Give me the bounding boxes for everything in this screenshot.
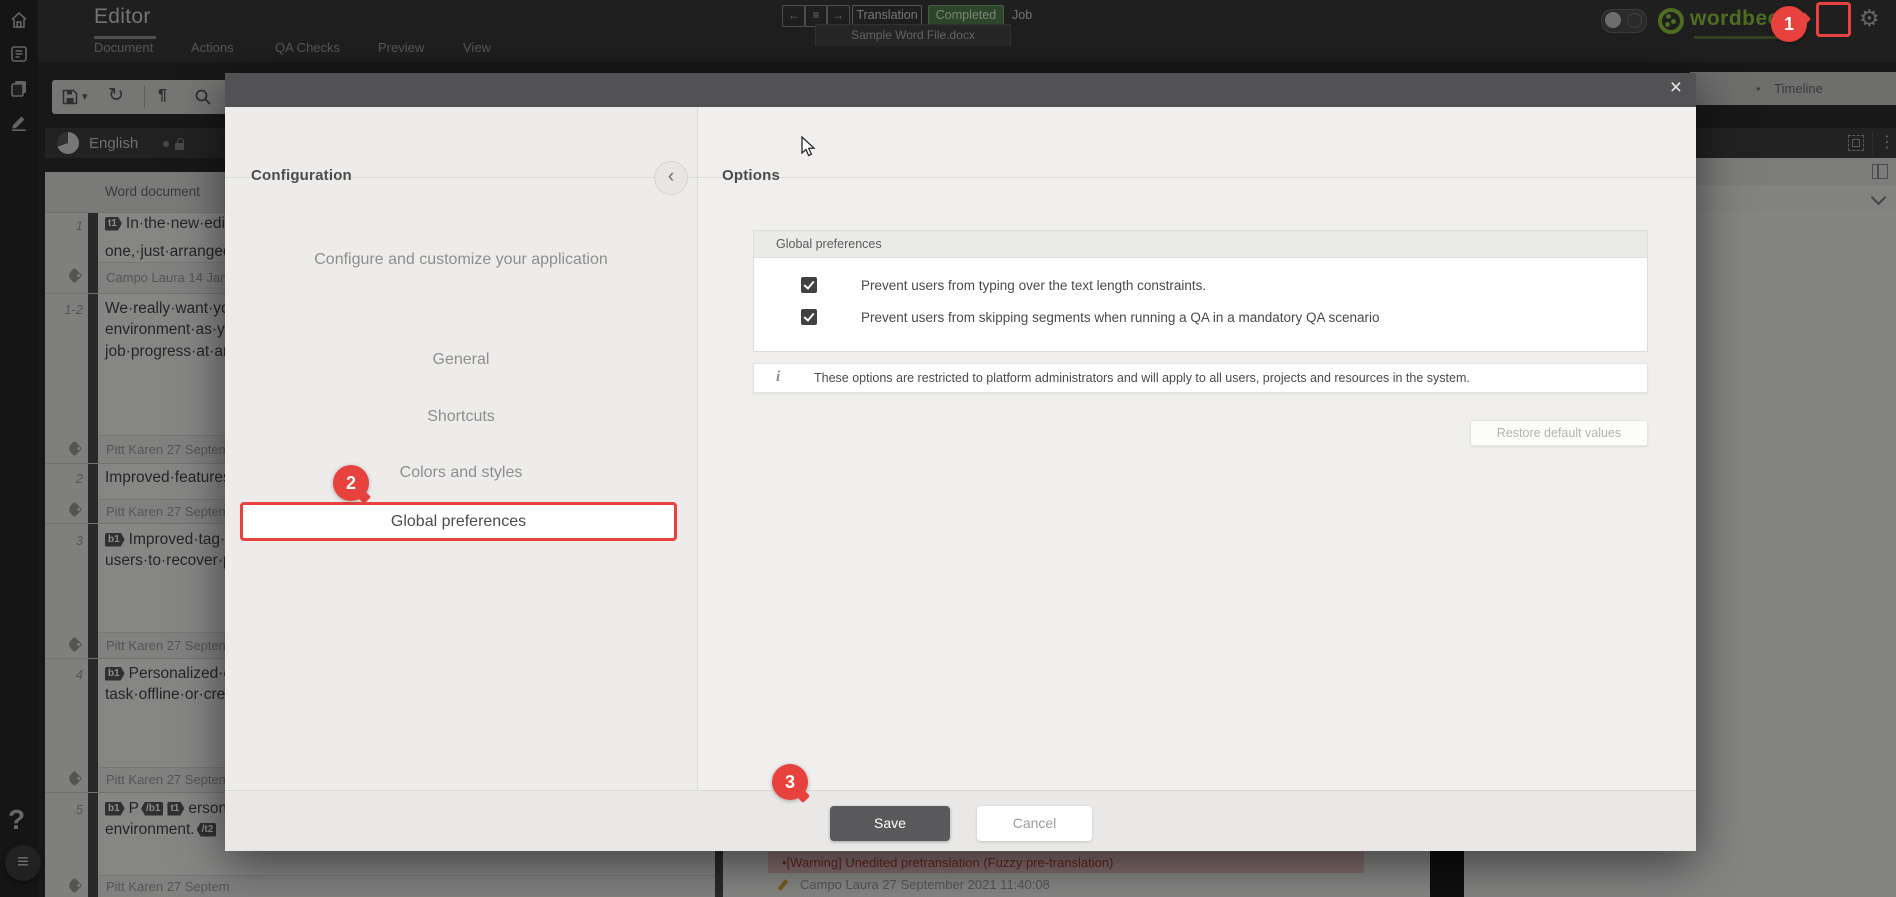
configuration-dialog: × Configuration ‹ Options Configure and … bbox=[225, 73, 1696, 850]
step-1-badge: 1 bbox=[1771, 6, 1807, 42]
pane-divider bbox=[697, 107, 698, 850]
section-header: Global preferences bbox=[753, 230, 1648, 258]
admin-info-note: i These options are restricted to platfo… bbox=[753, 363, 1648, 393]
section-body: Prevent users from typing over the text … bbox=[753, 258, 1648, 352]
dialog-title-bar: × bbox=[225, 73, 1696, 107]
save-button[interactable]: Save bbox=[830, 806, 950, 841]
checkbox-skip-segments[interactable] bbox=[801, 309, 817, 325]
app-root: Editor Document Actions QA Checks Previe… bbox=[0, 0, 1896, 897]
config-item-general[interactable]: General bbox=[251, 347, 671, 372]
step-1-highlight-box bbox=[1816, 2, 1851, 37]
cancel-button[interactable]: Cancel bbox=[977, 806, 1092, 841]
configuration-title: Configuration bbox=[251, 167, 352, 184]
checkbox-label: Prevent users from typing over the text … bbox=[861, 278, 1206, 293]
close-icon[interactable]: × bbox=[1670, 76, 1682, 100]
info-icon: i bbox=[776, 369, 780, 386]
step-2-badge: 2 bbox=[333, 465, 369, 501]
back-button[interactable]: ‹ bbox=[654, 161, 688, 195]
dialog-footer: Save Cancel bbox=[225, 790, 1696, 851]
step-3-badge: 3 bbox=[772, 764, 808, 800]
options-title: Options bbox=[722, 167, 780, 184]
restore-defaults-button[interactable]: Restore default values bbox=[1470, 420, 1648, 446]
pane-header-row: Configuration ‹ Options bbox=[225, 107, 1696, 178]
config-item-shortcuts[interactable]: Shortcuts bbox=[251, 404, 671, 429]
config-item-colors-styles[interactable]: Colors and styles bbox=[251, 460, 671, 485]
config-item-intro: Configure and customize your application bbox=[251, 247, 671, 272]
checkbox-length-constraints[interactable] bbox=[801, 277, 817, 293]
config-item-global-preferences[interactable]: Global preferences bbox=[240, 502, 677, 541]
checkbox-label: Prevent users from skipping segments whe… bbox=[861, 310, 1380, 325]
mouse-cursor bbox=[800, 136, 820, 158]
